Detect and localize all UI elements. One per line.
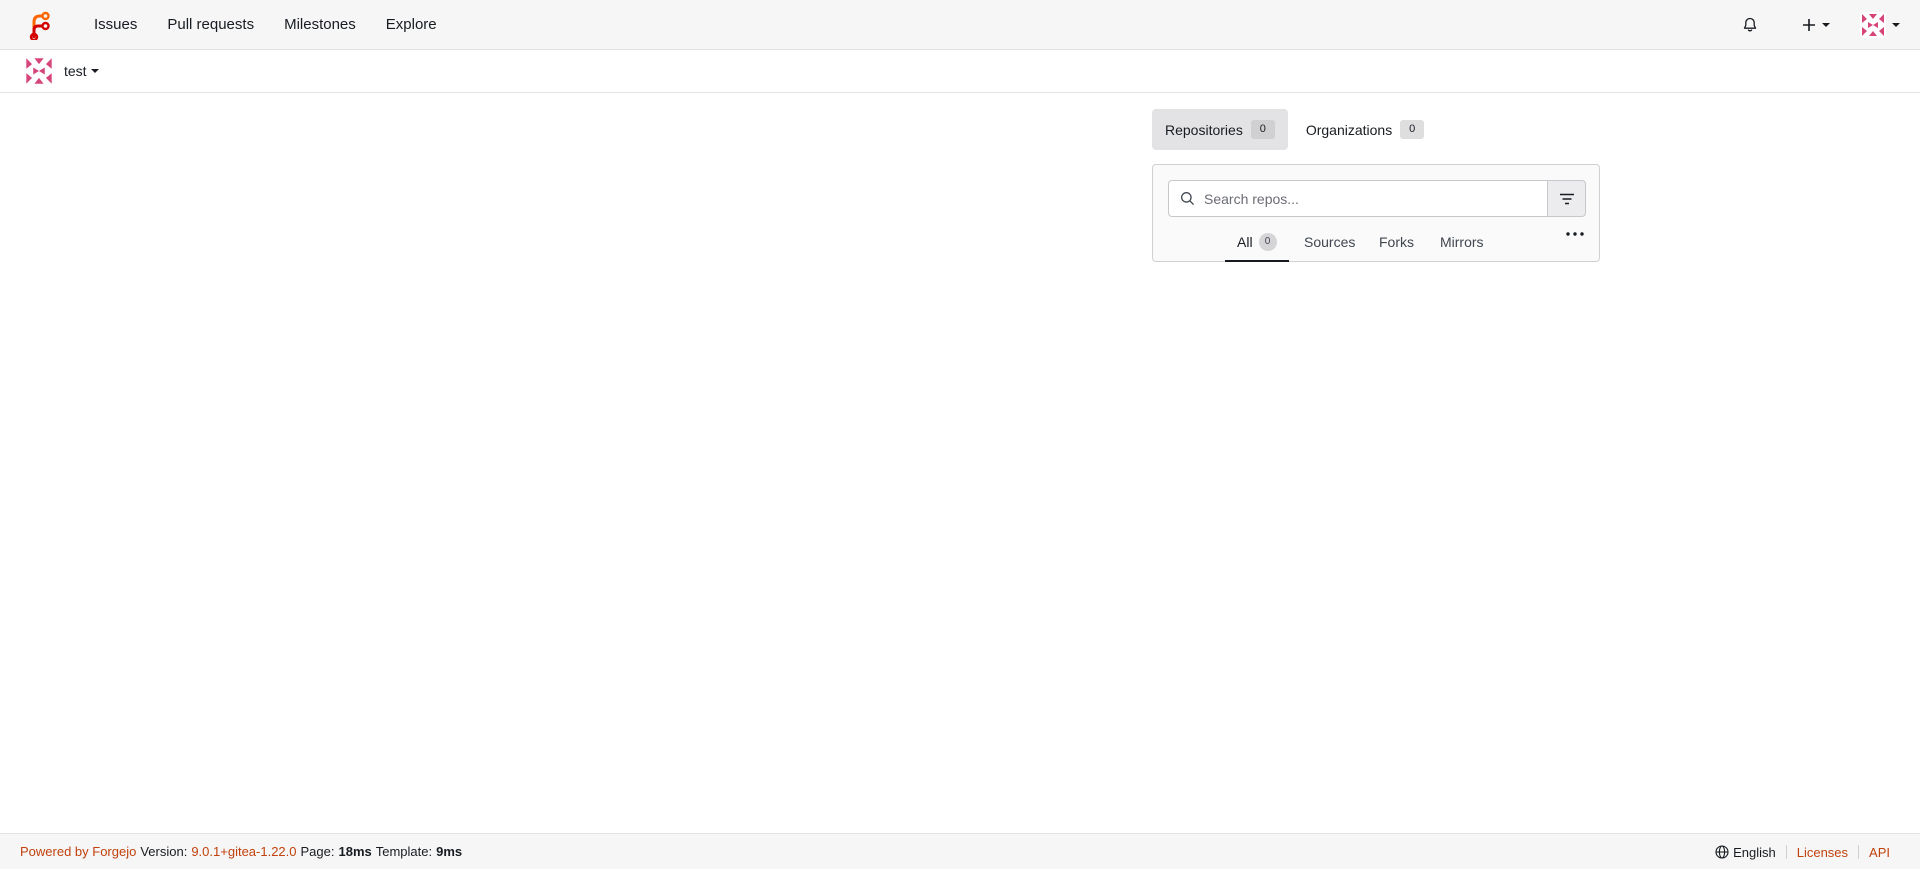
- repo-list-panel: All 0 Sources Forks Mirrors: [1152, 164, 1600, 262]
- licenses-link[interactable]: Licenses: [1797, 845, 1848, 860]
- more-options-button[interactable]: [1565, 231, 1585, 237]
- search-icon: [1180, 191, 1195, 206]
- nav-explore[interactable]: Explore: [371, 16, 452, 33]
- avatar: [1860, 12, 1886, 38]
- navbar-right: [1728, 0, 1920, 50]
- context-username: test: [64, 63, 87, 79]
- footer-info: Powered by Forgejo Version: 9.0.1+gitea-…: [20, 844, 462, 859]
- count-badge: 0: [1258, 232, 1277, 251]
- filter-button[interactable]: [1547, 180, 1586, 217]
- nav-pull-requests[interactable]: Pull requests: [152, 16, 269, 33]
- chevron-down-icon: [1892, 23, 1900, 27]
- context-switcher[interactable]: test: [24, 56, 99, 86]
- template-label: Template:: [375, 844, 433, 859]
- subtab-forks[interactable]: Forks: [1367, 223, 1426, 261]
- divider: [1785, 845, 1787, 859]
- notifications-button[interactable]: [1728, 0, 1788, 50]
- globe-icon: [1715, 845, 1729, 859]
- dashboard-tabs: Repositories 0 Organizations 0: [1152, 109, 1437, 150]
- subtab-label: All: [1237, 233, 1253, 250]
- footer-links: English Licenses API: [1715, 834, 1890, 869]
- user-menu-button[interactable]: [1846, 0, 1920, 50]
- subtab-sources[interactable]: Sources: [1292, 223, 1367, 261]
- tab-repositories[interactable]: Repositories 0: [1152, 109, 1288, 150]
- top-navbar: Issues Pull requests Milestones Explore: [0, 0, 1920, 50]
- version-label: Version:: [140, 844, 188, 859]
- count-badge: 0: [1250, 120, 1275, 139]
- footer: Powered by Forgejo Version: 9.0.1+gitea-…: [0, 833, 1920, 869]
- page-label: Page:: [300, 844, 335, 859]
- count-badge: 0: [1400, 120, 1425, 139]
- subtab-label: Sources: [1304, 234, 1356, 250]
- tab-label: Organizations: [1305, 121, 1393, 138]
- nav-milestones[interactable]: Milestones: [269, 16, 371, 33]
- api-link[interactable]: API: [1869, 845, 1890, 860]
- search-input[interactable]: [1204, 181, 1547, 216]
- tab-label: Repositories: [1165, 121, 1243, 138]
- filter-icon: [1559, 193, 1575, 205]
- language-selector[interactable]: English: [1715, 845, 1776, 860]
- nav-issues[interactable]: Issues: [79, 16, 152, 33]
- search-field: [1168, 180, 1547, 217]
- subtab-mirrors[interactable]: Mirrors: [1428, 223, 1496, 261]
- repo-filter-tabs: All 0 Sources Forks Mirrors: [1153, 223, 1601, 262]
- chevron-down-icon: [90, 69, 99, 73]
- avatar: [24, 56, 54, 86]
- repo-search: [1168, 180, 1586, 217]
- powered-by-link[interactable]: Powered by Forgejo: [20, 844, 136, 859]
- page-time: 18ms: [338, 844, 372, 859]
- subtab-all[interactable]: All 0: [1225, 223, 1289, 262]
- create-new-button[interactable]: [1788, 0, 1846, 50]
- tab-organizations[interactable]: Organizations 0: [1293, 109, 1437, 150]
- subtab-label: Forks: [1379, 234, 1414, 250]
- chevron-down-icon: [1822, 23, 1830, 27]
- bell-icon: [1742, 17, 1758, 33]
- forgejo-logo[interactable]: [22, 7, 58, 43]
- subtab-label: Mirrors: [1440, 234, 1484, 250]
- language-label: English: [1733, 844, 1776, 860]
- context-bar: test: [0, 50, 1920, 93]
- plus-icon: [1802, 18, 1816, 32]
- template-time: 9ms: [436, 844, 463, 859]
- version-link[interactable]: 9.0.1+gitea-1.22.0: [191, 844, 296, 859]
- kebab-horizontal-icon: [1565, 231, 1585, 237]
- divider: [1858, 845, 1860, 859]
